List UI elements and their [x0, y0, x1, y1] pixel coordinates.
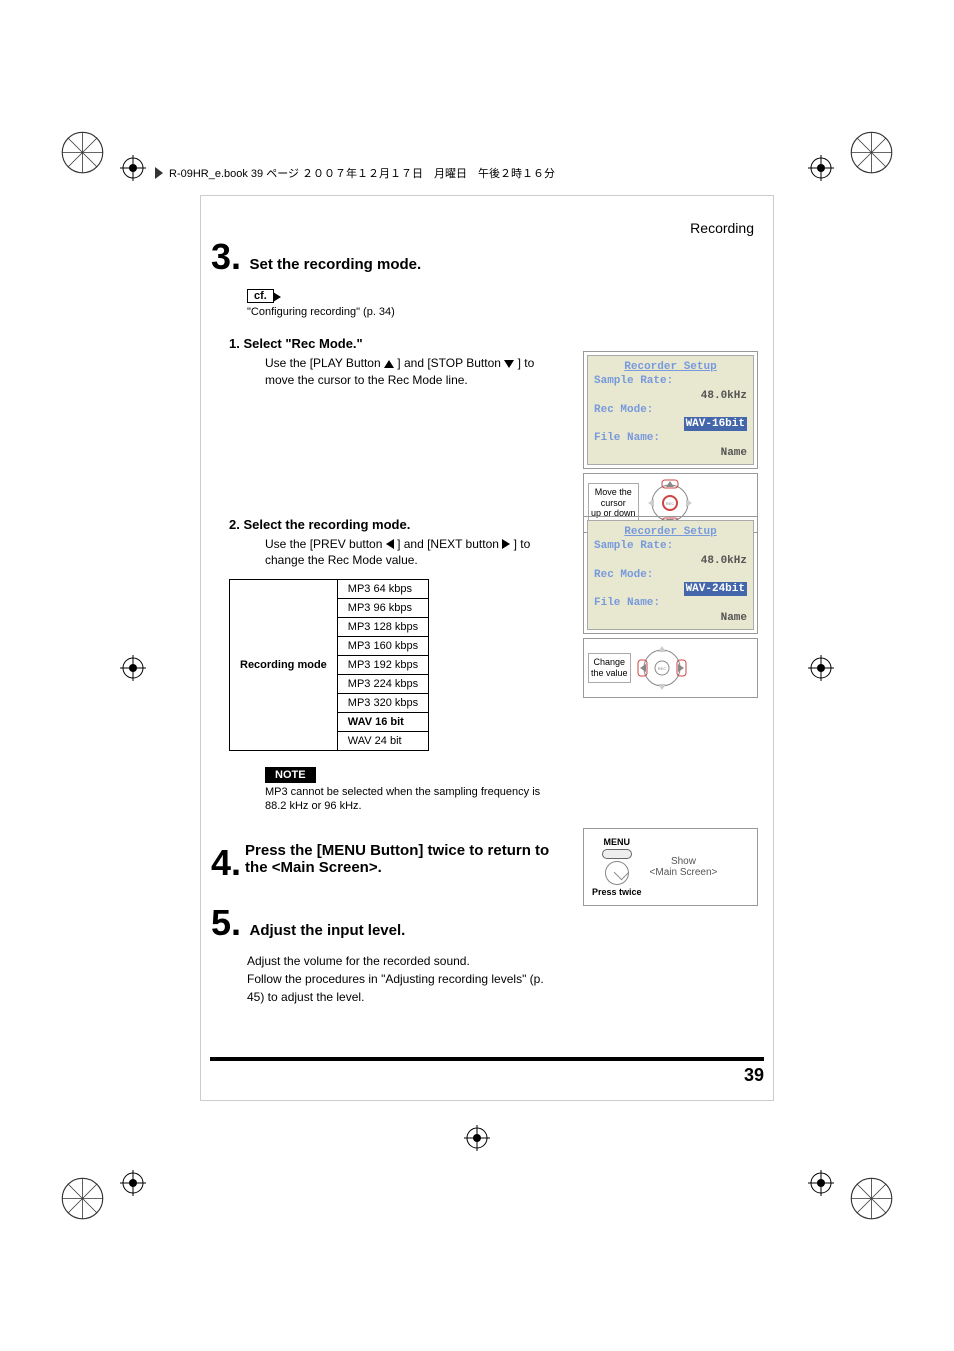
step-5-title: Adjust the input level.	[249, 922, 405, 939]
table-row: MP3 320 kbps	[337, 694, 428, 713]
table-row: MP3 224 kbps	[337, 675, 428, 694]
table-row: MP3 96 kbps	[337, 599, 428, 618]
note-badge: NOTE	[265, 767, 316, 783]
table-row: MP3 160 kbps	[337, 637, 428, 656]
screen-value: Name	[594, 611, 747, 625]
text: Show	[650, 856, 718, 867]
dpad-left-right-icon: REC	[637, 643, 687, 693]
screen-value: 48.0kHz	[594, 389, 747, 403]
substep-2-title: 2. Select the recording mode.	[229, 517, 559, 532]
substep-1-body: Use the [PLAY Button ] and [STOP Button …	[229, 355, 559, 389]
hint-label: Change the value	[588, 653, 631, 683]
print-register-mark	[120, 155, 146, 181]
text: ] and [STOP Button	[394, 356, 504, 370]
text: <Main Screen>	[650, 867, 718, 878]
cf-reference: "Configuring recording" (p. 34)	[247, 306, 763, 318]
menu-button-shape-icon	[602, 849, 632, 859]
print-corner-top-right	[849, 130, 894, 175]
recording-mode-table: Recording modeMP3 64 kbps MP3 96 kbps MP…	[229, 579, 429, 751]
screen-value-selected: WAV-24bit	[684, 582, 747, 596]
print-register-mark	[808, 655, 834, 681]
step-4-number: 4.	[211, 842, 241, 884]
page-footer: 39	[210, 1057, 764, 1086]
book-header-text: R-09HR_e.book 39 ページ ２００７年１２月１７日 月曜日 午後２…	[169, 165, 555, 181]
text: Use the [PREV button	[265, 537, 386, 551]
screen-title: Recorder Setup	[594, 360, 747, 374]
screen-value: 48.0kHz	[594, 554, 747, 568]
screen-label: Sample Rate:	[594, 374, 747, 388]
triangle-left-icon	[386, 539, 394, 549]
menu-result-label: Show <Main Screen>	[650, 856, 718, 878]
screen-value: Name	[594, 446, 747, 460]
table-row: WAV 24 bit	[337, 732, 428, 751]
print-register-mark	[808, 1170, 834, 1196]
step-5-body: Adjust the volume for the recorded sound…	[211, 952, 551, 1006]
book-header: R-09HR_e.book 39 ページ ２００７年１２月１７日 月曜日 午後２…	[155, 165, 799, 181]
print-register-mark	[120, 655, 146, 681]
screen-label: Rec Mode:	[594, 403, 747, 417]
print-corner-bottom-left	[60, 1176, 105, 1221]
substep-1-title: 1. Select "Rec Mode."	[229, 336, 559, 351]
step-3-number: 3.	[211, 236, 241, 278]
content-area: 3. Set the recording mode. cf. "Configur…	[200, 195, 774, 1101]
press-gesture-icon	[605, 861, 629, 885]
table-row: WAV 16 bit	[337, 713, 428, 732]
step-4-title: Press the [MENU Button] twice to return …	[245, 842, 555, 876]
substep-2-body: Use the [PREV button ] and [NEXT button …	[229, 536, 559, 570]
text: Use the [PLAY Button	[265, 356, 384, 370]
screen-title: Recorder Setup	[594, 525, 747, 539]
svg-text:REC: REC	[657, 666, 666, 671]
screen-diagram-1: Recorder Setup Sample Rate: 48.0kHz Rec …	[583, 351, 758, 533]
table-row: MP3 64 kbps	[337, 580, 428, 599]
screen-label: File Name:	[594, 596, 747, 610]
note-text: MP3 cannot be selected when the sampling…	[265, 785, 559, 814]
triangle-up-icon	[384, 360, 394, 368]
page-number: 39	[210, 1065, 764, 1086]
table-row: MP3 192 kbps	[337, 656, 428, 675]
print-register-mark	[808, 155, 834, 181]
screen-label: File Name:	[594, 431, 747, 445]
footer-bar	[210, 1057, 764, 1061]
screen-diagram-2: Recorder Setup Sample Rate: 48.0kHz Rec …	[583, 516, 758, 698]
page: R-09HR_e.book 39 ページ ２００７年１２月１７日 月曜日 午後２…	[0, 0, 954, 1351]
menu-label: MENU	[604, 837, 631, 847]
print-corner-bottom-right	[849, 1176, 894, 1221]
screen-label: Rec Mode:	[594, 568, 747, 582]
step-3-heading: 3. Set the recording mode.	[211, 236, 763, 278]
table-header: Recording mode	[230, 580, 338, 751]
step-5-number: 5.	[211, 902, 241, 944]
screen-label: Sample Rate:	[594, 539, 747, 553]
print-corner-top-left	[60, 130, 105, 175]
step-3-title: Set the recording mode.	[249, 256, 421, 273]
press-twice-label: Press twice	[592, 887, 642, 897]
menu-diagram: MENU Press twice Show <Main Screen>	[583, 828, 758, 906]
triangle-down-icon	[504, 360, 514, 368]
svg-text:REC: REC	[665, 501, 674, 506]
text: ] and [NEXT button	[394, 537, 503, 551]
print-register-mark	[120, 1170, 146, 1196]
table-row: MP3 128 kbps	[337, 618, 428, 637]
cf-badge: cf.	[247, 289, 274, 303]
print-register-mark	[464, 1125, 490, 1151]
screen-value-selected: WAV-16bit	[684, 417, 747, 431]
